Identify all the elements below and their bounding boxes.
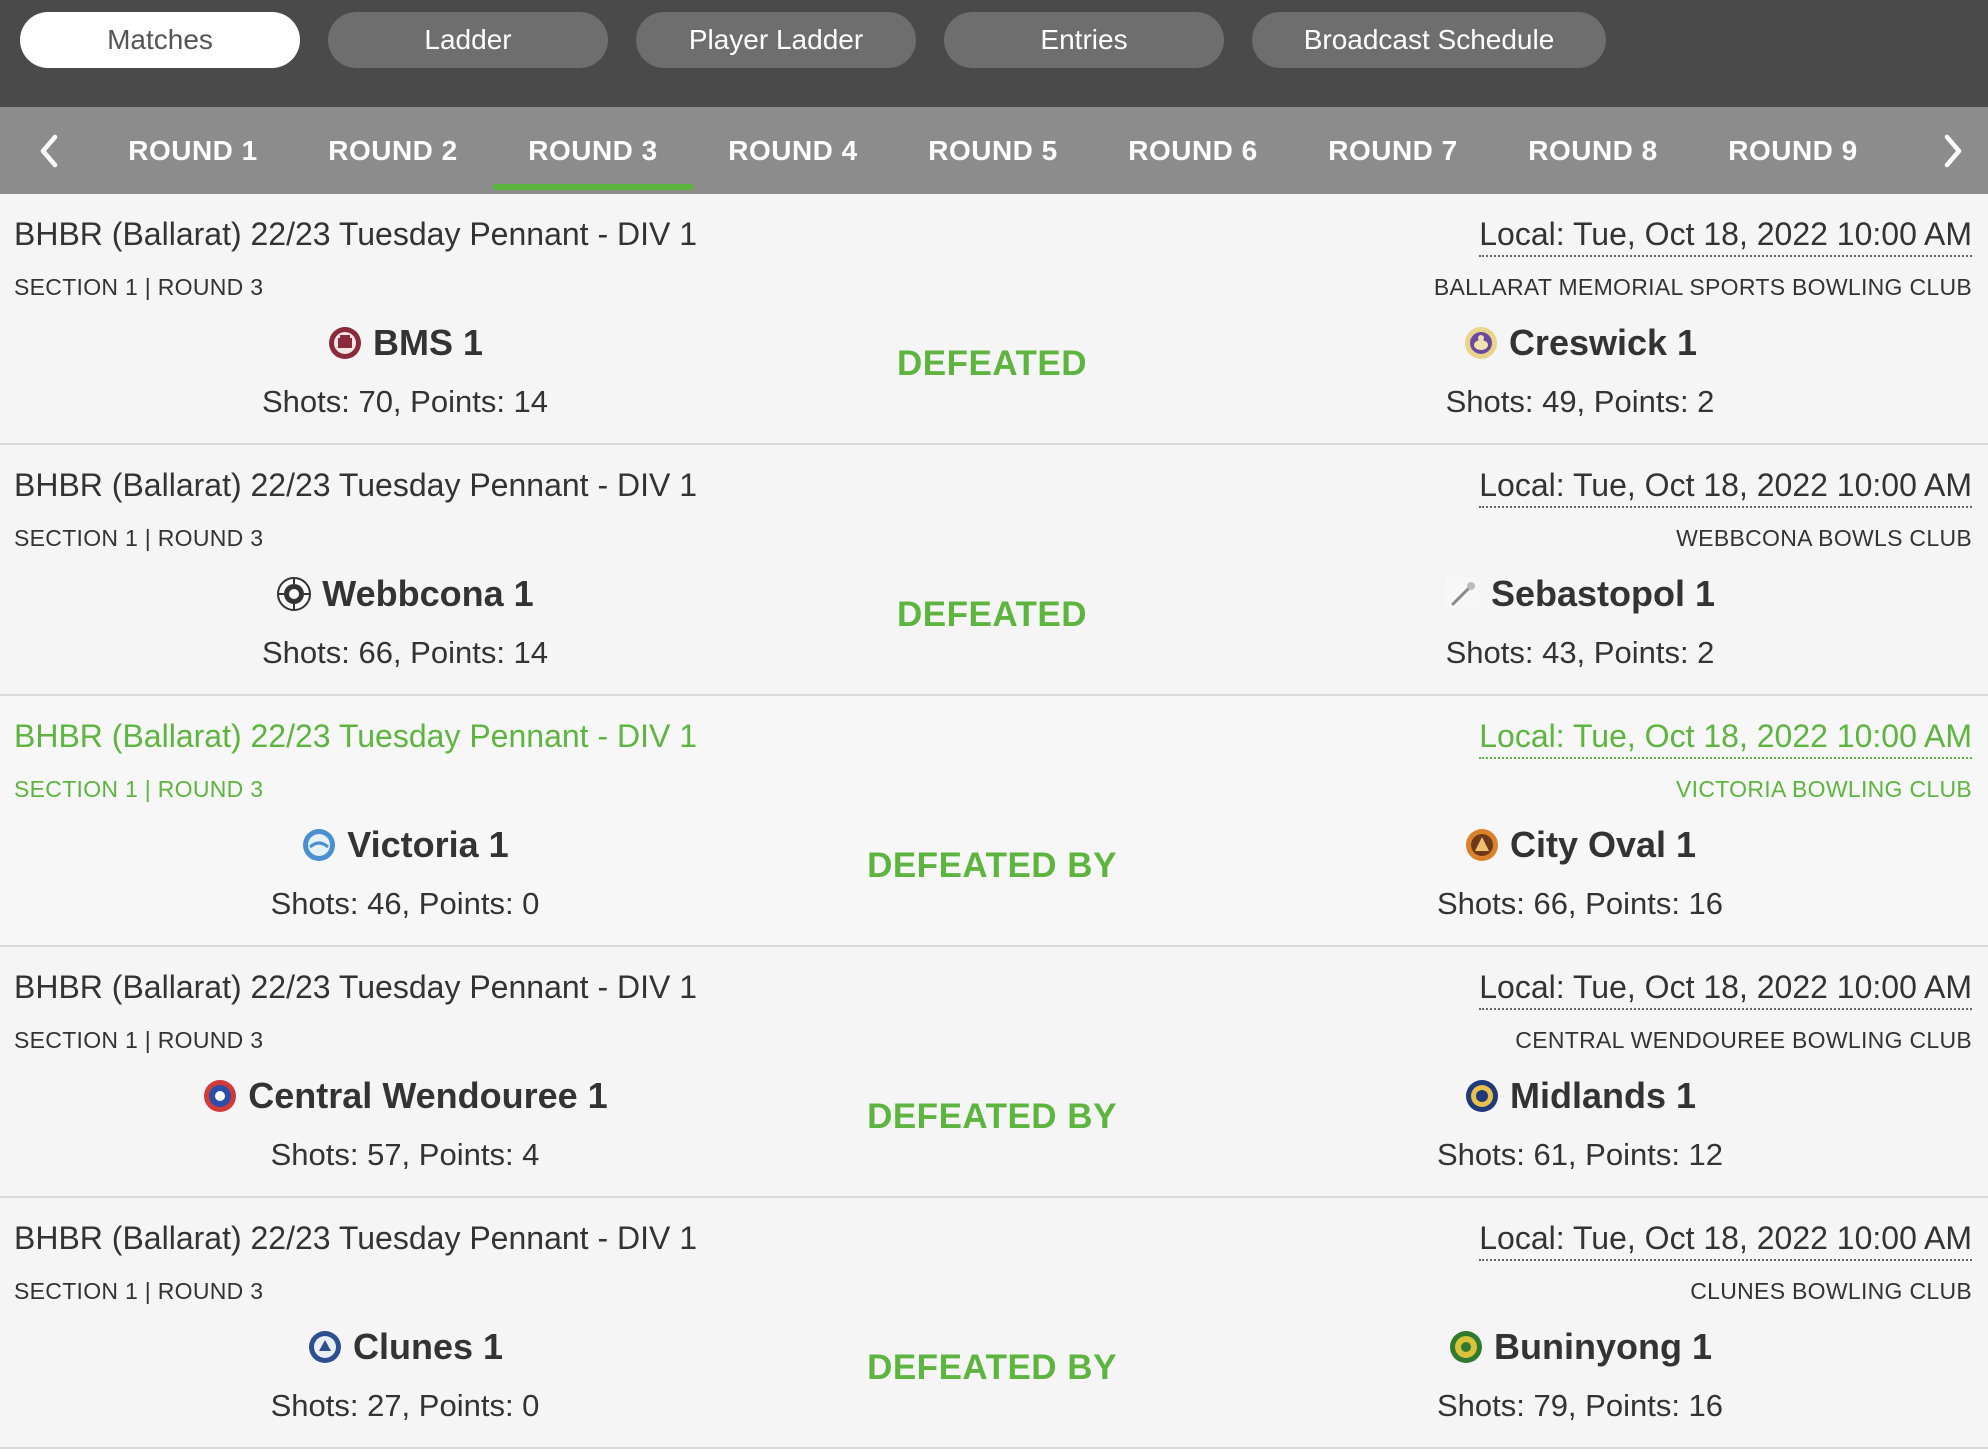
home-team-name: Webbcona 1 (322, 573, 534, 614)
victoria-logo-icon (303, 829, 336, 861)
competition-name: BHBR (Ballarat) 22/23 Tuesday Pennant - … (14, 969, 698, 1005)
section-round-label: SECTION 1 | ROUND 3 (14, 1278, 264, 1304)
tab-round-4[interactable]: ROUND 4 (693, 107, 893, 194)
local-time[interactable]: Local: Tue, Oct 18, 2022 10:00 AM (1479, 216, 1972, 257)
tab-round-5[interactable]: ROUND 5 (893, 107, 1093, 194)
chevron-left-icon (40, 134, 58, 167)
away-team-name: Midlands 1 (1509, 1075, 1697, 1116)
match-result: DEFEATED (896, 595, 1088, 634)
central-wendouree-logo-icon (204, 1080, 237, 1112)
competition-name: BHBR (Ballarat) 22/23 Tuesday Pennant - … (14, 216, 698, 252)
competition-name: BHBR (Ballarat) 22/23 Tuesday Pennant - … (14, 1220, 698, 1256)
home-team[interactable]: BMS 1 (105, 322, 705, 364)
match-result: DEFEATED (896, 344, 1088, 383)
local-time[interactable]: Local: Tue, Oct 18, 2022 10:00 AM (1479, 969, 1972, 1010)
venue-name: BALLARAT MEMORIAL SPORTS BOWLING CLUB (1433, 274, 1972, 300)
away-team[interactable]: City Oval 1 (1280, 824, 1880, 866)
midlands-logo-icon (1465, 1080, 1498, 1112)
away-team[interactable]: Midlands 1 (1280, 1075, 1880, 1117)
away-team[interactable]: Buninyong 1 (1280, 1326, 1880, 1368)
match-row[interactable]: BHBR (Ballarat) 22/23 Tuesday Pennant - … (0, 445, 1988, 696)
away-team[interactable]: Creswick 1 (1280, 322, 1880, 364)
player-ladder-tab[interactable]: Player Ladder (636, 12, 916, 68)
home-team-name: BMS 1 (372, 322, 484, 363)
match-result: DEFEATED BY (867, 1348, 1117, 1387)
previous-round-button[interactable] (14, 107, 84, 194)
away-team[interactable]: Sebastopol 1 (1280, 573, 1880, 615)
home-team-name: Central Wendouree 1 (248, 1075, 608, 1116)
tab-round-8[interactable]: ROUND 8 (1493, 107, 1693, 194)
away-team-name: Creswick 1 (1508, 322, 1698, 363)
home-team[interactable]: Clunes 1 (105, 1326, 705, 1368)
clunes-logo-icon (308, 1331, 341, 1363)
home-team-name: Victoria 1 (347, 824, 509, 865)
home-team[interactable]: Webbcona 1 (105, 573, 705, 615)
venue-name: CENTRAL WENDOUREE BOWLING CLUB (1515, 1027, 1972, 1053)
home-team-score: Shots: 70, Points: 14 (261, 384, 549, 419)
home-team-score: Shots: 46, Points: 0 (270, 886, 540, 921)
round-selector-bar: ROUND 1 ROUND 2 ROUND 3 ROUND 4 ROUND 5 … (0, 107, 1988, 194)
competition-name: BHBR (Ballarat) 22/23 Tuesday Pennant - … (14, 718, 698, 754)
ladder-tab[interactable]: Ladder (328, 12, 608, 68)
top-navigation-bar: Matches Ladder Player Ladder Entries Bro… (0, 0, 1988, 107)
away-team-name: Sebastopol 1 (1490, 573, 1716, 614)
away-team-score: Shots: 66, Points: 16 (1436, 886, 1724, 921)
tab-round-6[interactable]: ROUND 6 (1093, 107, 1293, 194)
bms-logo-icon (328, 327, 361, 359)
home-team[interactable]: Central Wendouree 1 (105, 1075, 705, 1117)
match-result: DEFEATED BY (867, 1097, 1117, 1136)
away-team-score: Shots: 79, Points: 16 (1436, 1388, 1724, 1423)
tab-round-9[interactable]: ROUND 9 (1693, 107, 1893, 194)
venue-name: WEBBCONA BOWLS CLUB (1676, 525, 1972, 551)
home-team-score: Shots: 57, Points: 4 (270, 1137, 540, 1172)
active-tab-indicator (493, 184, 693, 190)
match-row[interactable]: BHBR (Ballarat) 22/23 Tuesday Pennant - … (0, 696, 1988, 947)
away-team-score: Shots: 43, Points: 2 (1445, 635, 1715, 670)
match-row[interactable]: BHBR (Ballarat) 22/23 Tuesday Pennant - … (0, 947, 1988, 1198)
local-time[interactable]: Local: Tue, Oct 18, 2022 10:00 AM (1479, 718, 1972, 759)
tab-round-7[interactable]: ROUND 7 (1293, 107, 1493, 194)
city-oval-logo-icon (1465, 829, 1498, 861)
webbcona-logo-icon (277, 577, 312, 611)
broadcast-schedule-tab[interactable]: Broadcast Schedule (1252, 12, 1606, 68)
sebastopol-logo-icon (1446, 578, 1479, 610)
home-team-score: Shots: 66, Points: 14 (261, 635, 549, 670)
home-team-score: Shots: 27, Points: 0 (270, 1388, 540, 1423)
section-round-label: SECTION 1 | ROUND 3 (14, 274, 264, 300)
chevron-right-icon (1944, 134, 1962, 167)
section-round-label: SECTION 1 | ROUND 3 (14, 525, 264, 551)
away-team-score: Shots: 49, Points: 2 (1445, 384, 1715, 419)
match-list: BHBR (Ballarat) 22/23 Tuesday Pennant - … (0, 194, 1988, 1449)
matches-tab[interactable]: Matches (20, 12, 300, 68)
next-round-button[interactable] (1918, 107, 1988, 194)
away-team-name: City Oval 1 (1509, 824, 1697, 865)
tab-round-2[interactable]: ROUND 2 (293, 107, 493, 194)
entries-tab[interactable]: Entries (944, 12, 1224, 68)
home-team-name: Clunes 1 (352, 1326, 504, 1367)
match-row[interactable]: BHBR (Ballarat) 22/23 Tuesday Pennant - … (0, 194, 1988, 445)
section-round-label: SECTION 1 | ROUND 3 (14, 776, 264, 802)
match-result: DEFEATED BY (867, 846, 1117, 885)
away-team-name: Buninyong 1 (1494, 1326, 1712, 1367)
venue-name: VICTORIA BOWLING CLUB (1676, 776, 1972, 802)
tab-round-1[interactable]: ROUND 1 (93, 107, 293, 194)
buninyong-logo-icon (1450, 1331, 1482, 1363)
section-round-label: SECTION 1 | ROUND 3 (14, 1027, 264, 1053)
match-row[interactable]: BHBR (Ballarat) 22/23 Tuesday Pennant - … (0, 1198, 1988, 1449)
local-time[interactable]: Local: Tue, Oct 18, 2022 10:00 AM (1479, 467, 1972, 508)
away-team-score: Shots: 61, Points: 12 (1436, 1137, 1724, 1172)
creswick-logo-icon (1464, 327, 1497, 359)
local-time[interactable]: Local: Tue, Oct 18, 2022 10:00 AM (1479, 1220, 1972, 1261)
tab-round-3[interactable]: ROUND 3 (493, 107, 693, 194)
venue-name: CLUNES BOWLING CLUB (1690, 1278, 1972, 1304)
home-team[interactable]: Victoria 1 (105, 824, 705, 866)
competition-name: BHBR (Ballarat) 22/23 Tuesday Pennant - … (14, 467, 698, 503)
